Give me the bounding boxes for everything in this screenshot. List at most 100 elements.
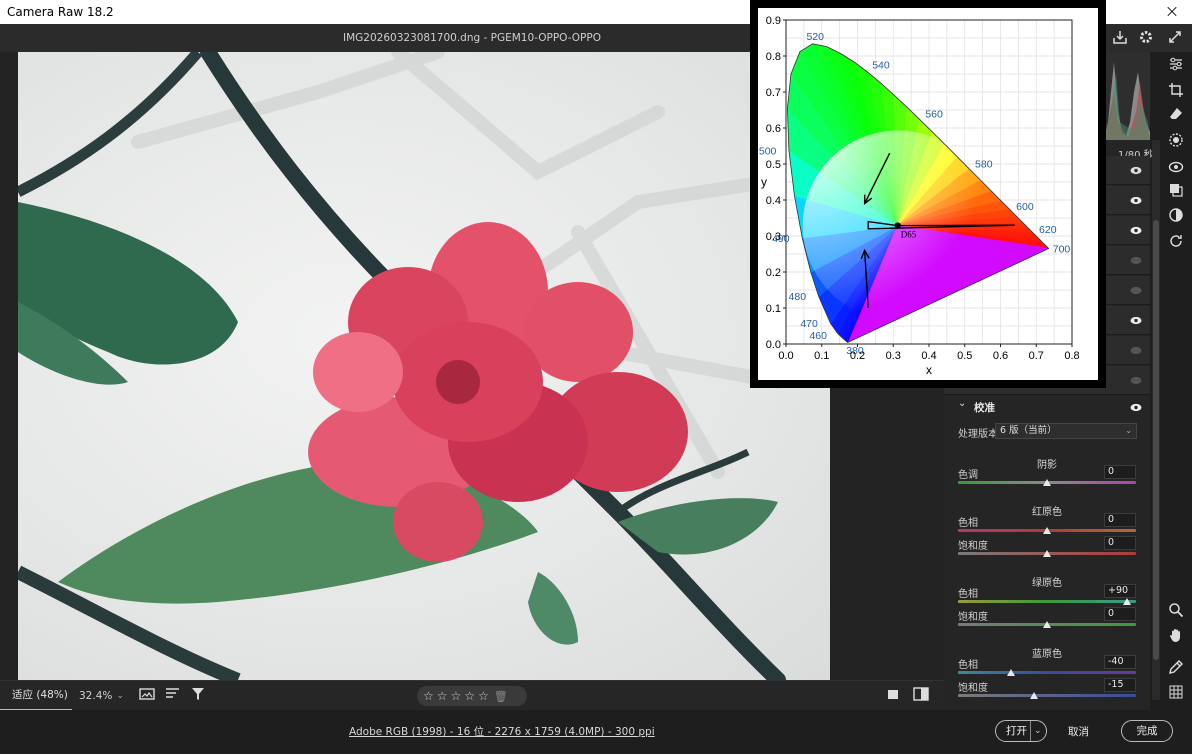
status-bar: Adobe RGB (1998) - 16 位 - 2276 x 1759 (4… [0, 710, 1192, 754]
view-toolbar: 适应 (48%) 32.4% ⌄ ☆☆☆☆☆ 🗑 [0, 680, 944, 711]
expand-icon[interactable] [1166, 29, 1184, 47]
white-point-label: D65 [901, 230, 917, 240]
cancel-button[interactable]: 取消 [1068, 724, 1089, 739]
wavelength-label: 540 [872, 60, 890, 72]
camera-raw-window: Camera Raw 18.2 IMG20260323081700.dng - … [0, 0, 1192, 754]
blue-saturation-field[interactable]: -15 [1104, 678, 1136, 692]
filmstrip-icon[interactable] [138, 687, 156, 705]
eye-icon[interactable] [1130, 345, 1142, 355]
open-button[interactable]: 打开 ⌄ [995, 720, 1047, 742]
eye-icon[interactable] [1130, 402, 1142, 412]
blue-saturation-track[interactable] [958, 694, 1136, 697]
rating-stars[interactable]: ☆☆☆☆☆ 🗑 [417, 686, 527, 706]
wavelength-label: 520 [806, 31, 824, 43]
gear-icon[interactable] [1137, 29, 1155, 47]
green-hue-track[interactable] [958, 600, 1136, 603]
star-rating[interactable]: ☆☆☆☆☆ [423, 689, 492, 703]
export-icon[interactable] [1111, 29, 1129, 47]
eye-icon[interactable] [1130, 195, 1142, 205]
blue-hue-track[interactable] [958, 671, 1136, 674]
close-icon[interactable] [1150, 0, 1192, 24]
x-tick-label: 0.3 [886, 350, 901, 362]
sync-icon[interactable] [1166, 233, 1186, 253]
app-title: Camera Raw 18.2 [7, 5, 114, 19]
compare-view-icon[interactable] [912, 687, 930, 705]
redeye-icon[interactable] [1166, 159, 1186, 179]
green-saturation-field[interactable]: 0 [1104, 607, 1136, 621]
workflow-options-link[interactable]: Adobe RGB (1998) - 16 位 - 2276 x 1759 (4… [349, 724, 655, 739]
x-tick-label: 0.2 [850, 350, 865, 362]
grid-icon[interactable] [1166, 684, 1186, 704]
x-tick-label: 0.0 [778, 350, 793, 362]
blue-saturation-slider[interactable] [1029, 692, 1038, 699]
y-tick-label: 0.3 [766, 231, 781, 243]
chromaticity-diagram-overlay: D65 520 540 560 580 600 620 700 500 490 480 470 460 3… [750, 0, 1106, 388]
crop-icon[interactable] [1166, 82, 1186, 102]
done-button[interactable]: 完成 [1121, 720, 1173, 742]
red-saturation-slider[interactable] [1043, 550, 1051, 557]
presets-icon[interactable] [1166, 182, 1186, 202]
calibration-section-header[interactable]: ⌄ 校准 [944, 394, 1150, 418]
x-tick-label: 0.6 [993, 350, 1008, 362]
x-tick-label: 0.5 [957, 350, 972, 362]
y-tick-label: 0.0 [766, 339, 781, 351]
shadows-tint-label: 色调 [958, 470, 978, 481]
blue-saturation-label: 饱和度 [958, 683, 988, 694]
wavelength-label: 620 [1039, 224, 1057, 236]
shadows-tint-field[interactable]: 0 [1104, 465, 1136, 479]
panel-scrollbar[interactable] [1152, 140, 1160, 700]
eye-icon[interactable] [1130, 165, 1142, 175]
eye-icon[interactable] [1130, 315, 1142, 325]
wavelength-label: 700 [1053, 244, 1071, 256]
eyedropper-icon[interactable] [1166, 659, 1186, 679]
before-after-icon[interactable] [884, 687, 902, 705]
snapshot-icon[interactable] [1166, 207, 1186, 227]
shadows-tint-slider[interactable] [1043, 479, 1051, 486]
chevron-down-icon[interactable]: ⌄ [1034, 721, 1042, 741]
mask-icon[interactable] [1166, 132, 1186, 152]
chevron-down-icon: ⌄ [116, 691, 124, 701]
scrollbar-thumb[interactable] [1153, 220, 1159, 660]
split-divider [1030, 721, 1031, 741]
blue-hue-slider[interactable] [1007, 669, 1016, 676]
x-tick-label: 0.7 [1029, 350, 1044, 362]
white-point [894, 222, 901, 229]
green-hue-field[interactable]: +90 [1104, 584, 1136, 598]
wavelength-label: 480 [789, 291, 807, 303]
red-hue-field[interactable]: 0 [1104, 513, 1136, 527]
process-version-label: 处理版本 [958, 429, 998, 440]
eraser-icon[interactable] [1166, 106, 1186, 126]
eye-icon[interactable] [1130, 375, 1142, 385]
y-tick-label: 0.9 [766, 15, 781, 27]
eye-icon[interactable] [1130, 255, 1142, 265]
y-tick-label: 0.8 [766, 51, 781, 63]
photo-preview[interactable] [18, 52, 830, 680]
wavelength-label: 600 [1016, 201, 1034, 213]
wavelength-label: 460 [809, 330, 827, 342]
zoom-fit-button[interactable]: 适应 (48%) [0, 681, 72, 711]
x-tick-label: 0.1 [814, 350, 829, 362]
blue-hue-label: 色相 [958, 660, 978, 671]
process-version-select[interactable]: 6 版（当前） ⌄ [995, 423, 1137, 439]
wavelength-label: 580 [975, 159, 993, 171]
chevron-down-icon[interactable]: ⌄ [958, 398, 966, 409]
filter-icon[interactable] [189, 687, 207, 705]
hand-icon[interactable] [1166, 627, 1186, 647]
red-hue-label: 色相 [958, 518, 978, 529]
blue-hue-field[interactable]: -40 [1104, 655, 1136, 669]
open-button-label: 打开 [1006, 725, 1027, 737]
green-hue-slider[interactable] [1123, 598, 1132, 605]
wavelength-label: 560 [925, 108, 943, 120]
red-saturation-field[interactable]: 0 [1104, 536, 1136, 550]
red-hue-slider[interactable] [1043, 527, 1051, 534]
zoom-icon[interactable] [1166, 602, 1186, 622]
canvas-margin-left [0, 52, 18, 680]
sliders-icon[interactable] [1166, 56, 1186, 76]
sort-icon[interactable] [164, 687, 182, 705]
green-saturation-slider[interactable] [1043, 621, 1051, 628]
trash-icon[interactable]: 🗑 [494, 690, 511, 703]
eye-icon[interactable] [1130, 285, 1142, 295]
section-title: 校准 [974, 402, 995, 414]
eye-icon[interactable] [1130, 225, 1142, 235]
zoom-level-dropdown[interactable]: 32.4% ⌄ [72, 681, 128, 711]
